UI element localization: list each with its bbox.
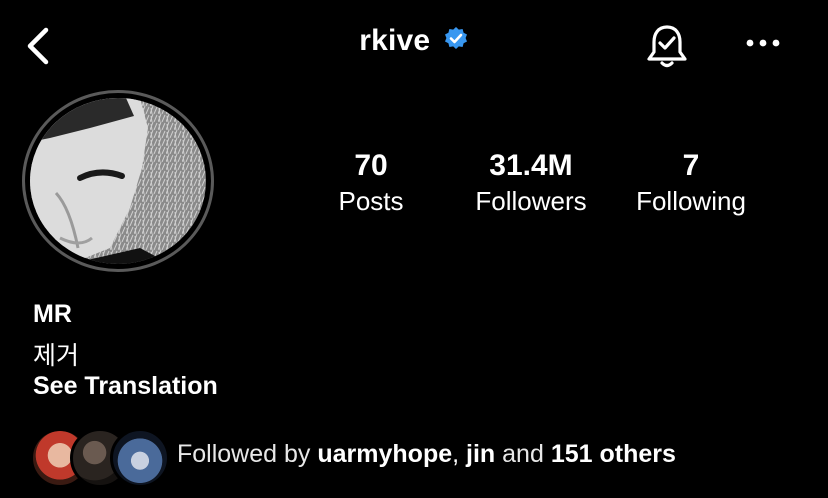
verified-badge-icon bbox=[444, 27, 467, 49]
posts-label: Posts bbox=[338, 186, 404, 216]
avatar-photo bbox=[30, 98, 206, 264]
more-options-icon[interactable] bbox=[742, 30, 784, 56]
followed-by-prefix: Followed by bbox=[177, 440, 311, 468]
stat-following[interactable]: 7 Following bbox=[616, 148, 766, 218]
see-translation-link[interactable]: See Translation bbox=[33, 372, 218, 401]
mutual-others-count: 151 others bbox=[550, 440, 676, 468]
followers-count: 31.4M bbox=[489, 149, 573, 182]
stat-followers[interactable]: 31.4M Followers bbox=[456, 148, 606, 218]
following-count: 7 bbox=[682, 149, 700, 182]
mutual-conjunction: and bbox=[502, 440, 544, 468]
display-name: MR bbox=[33, 300, 72, 328]
mutual-user-1: uarmyhope bbox=[317, 440, 453, 468]
mutual-user-2: jin bbox=[466, 440, 496, 468]
mutual-avatar bbox=[110, 428, 170, 488]
profile-title: rkive bbox=[0, 24, 828, 58]
profile-avatar[interactable] bbox=[30, 98, 206, 264]
posts-count: 70 bbox=[354, 149, 388, 182]
profile-header: rkive bbox=[0, 0, 828, 90]
notification-bell-icon[interactable] bbox=[644, 22, 690, 70]
mutual-followers-avatars[interactable] bbox=[30, 428, 170, 488]
following-label: Following bbox=[636, 186, 746, 216]
mutual-separator: , bbox=[452, 440, 460, 468]
followed-by-text[interactable]: Followed by uarmyhope, jin and 151 other… bbox=[177, 440, 676, 469]
username-title: rkive bbox=[359, 24, 431, 57]
stat-posts[interactable]: 70 Posts bbox=[296, 148, 446, 218]
followers-label: Followers bbox=[475, 186, 587, 216]
bio-text: 제거 bbox=[33, 341, 80, 370]
